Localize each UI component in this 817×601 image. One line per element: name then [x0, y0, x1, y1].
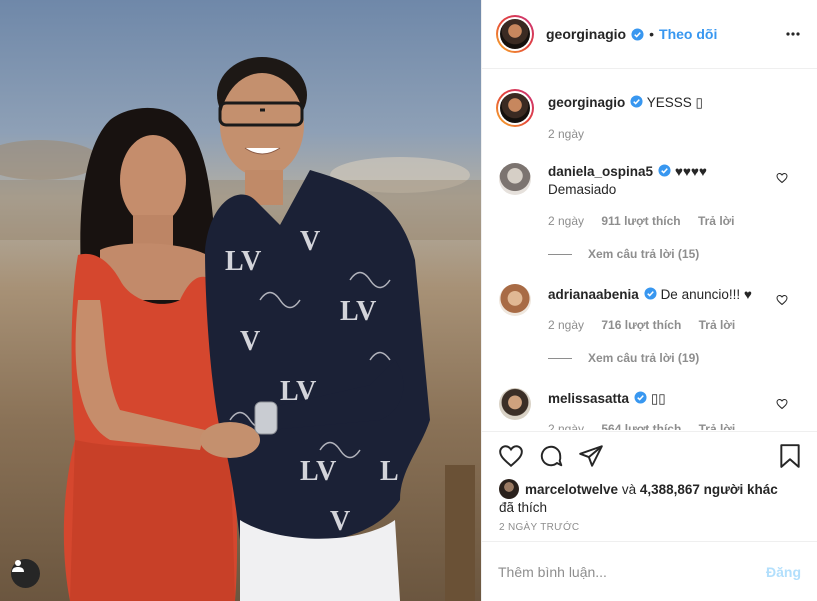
- heart-icon[interactable]: [776, 398, 788, 410]
- heart-icon[interactable]: [776, 172, 788, 184]
- comment-likes[interactable]: 911 lượt thích: [601, 214, 680, 228]
- post-header: georginagio • Theo dõi: [482, 0, 817, 69]
- comment-username[interactable]: adrianaabenia: [548, 287, 639, 302]
- post-comment-button[interactable]: Đăng: [766, 564, 801, 580]
- comment-body: ♥♥♥♥: [674, 164, 707, 179]
- comment-text: daniela_ospina5 ♥♥♥♥: [548, 163, 707, 181]
- comment-username[interactable]: melissasatta: [548, 391, 629, 406]
- comment-avatar[interactable]: [499, 284, 531, 316]
- caption-avatar[interactable]: [496, 89, 534, 127]
- view-replies-label: Xem câu trả lời (19): [588, 351, 700, 365]
- caption-time: 2 ngày: [548, 127, 598, 141]
- post-actions: marcelotwelve và 4,388,867 người khác đã…: [482, 431, 817, 541]
- comment-timestamp[interactable]: 2 ngày: [548, 214, 584, 228]
- reply-button[interactable]: Trả lời: [698, 214, 735, 228]
- verified-badge-icon: [634, 391, 647, 404]
- verified-badge-icon: [658, 164, 671, 177]
- comment-avatar[interactable]: [499, 163, 531, 195]
- bookmark-icon[interactable]: [778, 443, 802, 469]
- comment-icon[interactable]: [538, 443, 564, 469]
- comment-body-line2: Demasiado: [548, 182, 617, 197]
- likes-others-link[interactable]: 4,388,867 người khác: [640, 482, 778, 497]
- comment-text: adrianaabenia De anuncio!!! ♥: [548, 286, 752, 304]
- caption-text: georginagio YESSS ▯: [548, 94, 703, 112]
- follow-button[interactable]: Theo dõi: [659, 26, 717, 42]
- post-sidebar: georginagio • Theo dõi georginagio YESSS…: [481, 0, 817, 601]
- comment-avatar[interactable]: [499, 388, 531, 420]
- reply-button[interactable]: Trả lời: [699, 318, 736, 332]
- reply-button[interactable]: Trả lời: [699, 422, 736, 430]
- likes-summary: marcelotwelve và 4,388,867 người khác đã…: [499, 479, 799, 517]
- user-tag-button[interactable]: [11, 559, 40, 588]
- comment-input[interactable]: [498, 563, 766, 580]
- liker-avatar[interactable]: [499, 479, 519, 499]
- comment-meta: 2 ngày 716 lượt thích Trả lời: [548, 318, 749, 332]
- user-tag-icon: [12, 560, 24, 572]
- caption-timestamp[interactable]: 2 ngày: [548, 127, 584, 141]
- view-replies-button[interactable]: Xem câu trả lời (15): [548, 247, 699, 261]
- comment-meta: 2 ngày 911 lượt thích Trả lời: [548, 214, 749, 228]
- svg-text:LV: LV: [225, 246, 261, 277]
- post-image: LV V LV V LV V LV V L: [0, 57, 481, 601]
- svg-text:L: L: [380, 456, 399, 487]
- post-timestamp[interactable]: 2 NGÀY TRƯỚC: [499, 522, 579, 533]
- svg-text:LV: LV: [300, 456, 336, 487]
- likes-conjunction: và: [621, 482, 637, 497]
- comment-likes[interactable]: 564 lượt thích: [601, 422, 681, 430]
- likes-suffix: đã thích: [499, 500, 548, 515]
- verified-badge-icon: [630, 95, 643, 108]
- view-replies-button[interactable]: Xem câu trả lời (19): [548, 351, 699, 365]
- heart-icon[interactable]: [776, 294, 788, 306]
- comment-timestamp[interactable]: 2 ngày: [548, 318, 584, 332]
- comment-username[interactable]: daniela_ospina5: [548, 164, 653, 179]
- comment-body: De anuncio!!! ♥: [660, 287, 752, 302]
- add-comment-bar: Đăng: [482, 541, 817, 601]
- verified-badge-icon: [631, 27, 644, 41]
- svg-text:LV: LV: [340, 296, 376, 327]
- caption-username[interactable]: georginagio: [548, 95, 625, 110]
- svg-text:V: V: [240, 326, 260, 357]
- svg-text:V: V: [300, 226, 320, 257]
- separator-dot: •: [649, 26, 655, 42]
- more-options-icon[interactable]: [785, 26, 801, 42]
- comments-list[interactable]: georginagio YESSS ▯ 2 ngày daniela_ospin…: [482, 70, 817, 430]
- view-replies-label: Xem câu trả lời (15): [588, 247, 700, 261]
- svg-text:V: V: [330, 506, 350, 537]
- comment-meta: 2 ngày 564 lượt thích Trả lời: [548, 422, 749, 430]
- caption-body: YESSS ▯: [646, 95, 703, 110]
- author-username[interactable]: georginagio: [546, 26, 626, 42]
- comment-timestamp[interactable]: 2 ngày: [548, 422, 584, 430]
- post-photo[interactable]: LV V LV V LV V LV V L: [0, 0, 481, 601]
- comment-body: ▯▯: [650, 391, 666, 406]
- comment-likes[interactable]: 716 lượt thích: [601, 318, 681, 332]
- heart-icon[interactable]: [498, 443, 524, 469]
- share-icon[interactable]: [578, 443, 604, 469]
- author-avatar[interactable]: [496, 15, 534, 53]
- comment-text: melissasatta ▯▯: [548, 390, 666, 408]
- liker-username[interactable]: marcelotwelve: [525, 482, 618, 497]
- verified-badge-icon: [644, 287, 657, 300]
